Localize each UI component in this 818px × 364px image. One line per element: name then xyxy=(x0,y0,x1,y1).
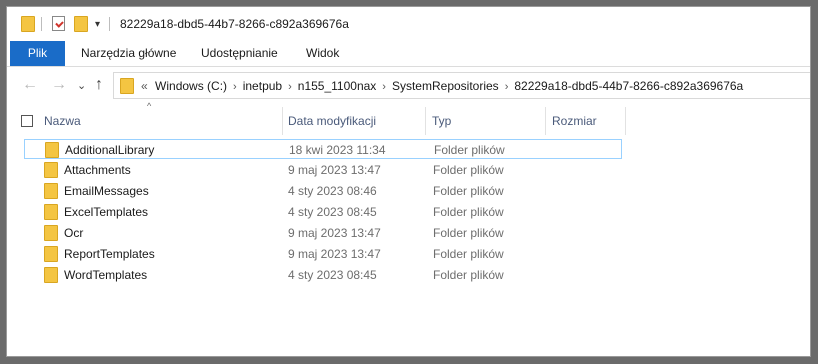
new-folder-icon[interactable] xyxy=(74,16,88,35)
row-type: Folder plików xyxy=(433,184,504,198)
table-row[interactable]: AdditionalLibrary 18 kwi 2023 11:34 Fold… xyxy=(24,139,622,159)
folder-icon xyxy=(44,225,58,241)
title-separator-2 xyxy=(109,17,110,31)
select-all-checkbox[interactable] xyxy=(21,115,33,127)
row-name: Attachments xyxy=(64,163,131,177)
row-date: 4 sty 2023 08:45 xyxy=(288,205,377,219)
forward-arrow-icon[interactable]: → xyxy=(51,75,67,95)
column-type[interactable]: Typ xyxy=(432,114,451,128)
chevron-right-icon[interactable]: › xyxy=(233,81,237,93)
window-title: 82229a18-dbd5-44b7-8266-c892a369676a xyxy=(120,17,349,31)
chevron-right-icon[interactable]: › xyxy=(505,81,509,93)
table-row[interactable]: WordTemplates 4 sty 2023 08:45 Folder pl… xyxy=(24,265,622,285)
table-row[interactable]: Ocr 9 maj 2023 13:47 Folder plików xyxy=(24,223,622,243)
row-date: 9 maj 2023 13:47 xyxy=(288,247,381,261)
back-arrow-icon[interactable]: ← xyxy=(22,75,38,95)
breadcrumb-systemrepositories[interactable]: SystemRepositories xyxy=(392,79,499,93)
folder-icon xyxy=(44,246,58,262)
column-divider[interactable] xyxy=(282,107,283,135)
folder-icon xyxy=(45,142,59,158)
folder-icon xyxy=(44,267,58,283)
column-name[interactable]: Nazwa xyxy=(44,114,81,128)
row-name: AdditionalLibrary xyxy=(65,143,155,157)
folder-icon[interactable] xyxy=(21,16,35,35)
explorer-window: ▾ 82229a18-dbd5-44b7-8266-c892a369676a P… xyxy=(6,6,811,357)
navigation-bar: ← → ⌄ ↑ « Windows (C:) › inetpub › n155_1100… xyxy=(7,67,810,105)
row-date: 4 sty 2023 08:46 xyxy=(288,184,377,198)
row-type: Folder plików xyxy=(433,163,504,177)
row-type: Folder plików xyxy=(433,247,504,261)
column-header: ^ Nazwa Data modyfikacji Typ Rozmiar xyxy=(7,101,810,135)
column-divider[interactable] xyxy=(625,107,626,135)
sort-ascending-icon: ^ xyxy=(147,101,152,111)
column-divider[interactable] xyxy=(545,107,546,135)
row-date: 9 maj 2023 13:47 xyxy=(288,226,381,240)
title-separator xyxy=(41,17,42,31)
row-name: WordTemplates xyxy=(64,268,148,282)
breadcrumb-inetpub[interactable]: inetpub xyxy=(243,79,282,93)
ribbon-tabs: Plik Narzędzia główne Udostępnianie Wido… xyxy=(7,41,810,67)
row-name: Ocr xyxy=(64,226,84,240)
table-row[interactable]: ExcelTemplates 4 sty 2023 08:45 Folder p… xyxy=(24,202,622,222)
row-date: 9 maj 2023 13:47 xyxy=(288,163,381,177)
row-name: ExcelTemplates xyxy=(64,205,149,219)
folder-icon xyxy=(44,162,58,178)
tab-share[interactable]: Udostępnianie xyxy=(201,41,278,66)
table-row[interactable]: ReportTemplates 9 maj 2023 13:47 Folder … xyxy=(24,244,622,264)
row-name: ReportTemplates xyxy=(64,247,155,261)
breadcrumb: « Windows (C:) › inetpub › n155_1100nax › Syst… xyxy=(141,79,743,93)
chevron-right-icon[interactable]: › xyxy=(288,81,292,93)
row-date: 4 sty 2023 08:45 xyxy=(288,268,377,282)
table-row[interactable]: EmailMessages 4 sty 2023 08:46 Folder pl… xyxy=(24,181,622,201)
column-divider[interactable] xyxy=(425,107,426,135)
address-folder-icon xyxy=(120,78,134,94)
row-type: Folder plików xyxy=(434,143,505,157)
up-arrow-icon[interactable]: ↑ xyxy=(95,75,103,95)
tab-file[interactable]: Plik xyxy=(10,41,65,66)
address-bar[interactable]: « Windows (C:) › inetpub › n155_1100nax › Syst… xyxy=(113,72,810,99)
breadcrumb-drive[interactable]: Windows (C:) xyxy=(155,79,227,93)
table-row[interactable]: Attachments 9 maj 2023 13:47 Folder plik… xyxy=(24,160,622,180)
recent-locations-icon[interactable]: ⌄ xyxy=(77,76,86,96)
column-date[interactable]: Data modyfikacji xyxy=(288,114,376,128)
breadcrumb-overflow[interactable]: « xyxy=(141,79,148,93)
row-name: EmailMessages xyxy=(64,184,149,198)
title-bar: ▾ 82229a18-dbd5-44b7-8266-c892a369676a xyxy=(7,7,810,41)
tab-home[interactable]: Narzędzia główne xyxy=(81,41,176,66)
chevron-right-icon[interactable]: › xyxy=(382,81,386,93)
breadcrumb-current[interactable]: 82229a18-dbd5-44b7-8266-c892a369676a xyxy=(514,79,743,93)
column-size[interactable]: Rozmiar xyxy=(552,114,597,128)
row-type: Folder plików xyxy=(433,226,504,240)
breadcrumb-n155[interactable]: n155_1100nax xyxy=(298,79,377,93)
tab-view[interactable]: Widok xyxy=(306,41,339,66)
dropdown-icon[interactable]: ▾ xyxy=(95,19,100,30)
folder-icon xyxy=(44,183,58,199)
row-type: Folder plików xyxy=(433,205,504,219)
properties-check-icon[interactable] xyxy=(52,16,65,34)
row-type: Folder plików xyxy=(433,268,504,282)
folder-icon xyxy=(44,204,58,220)
row-date: 18 kwi 2023 11:34 xyxy=(289,143,386,157)
